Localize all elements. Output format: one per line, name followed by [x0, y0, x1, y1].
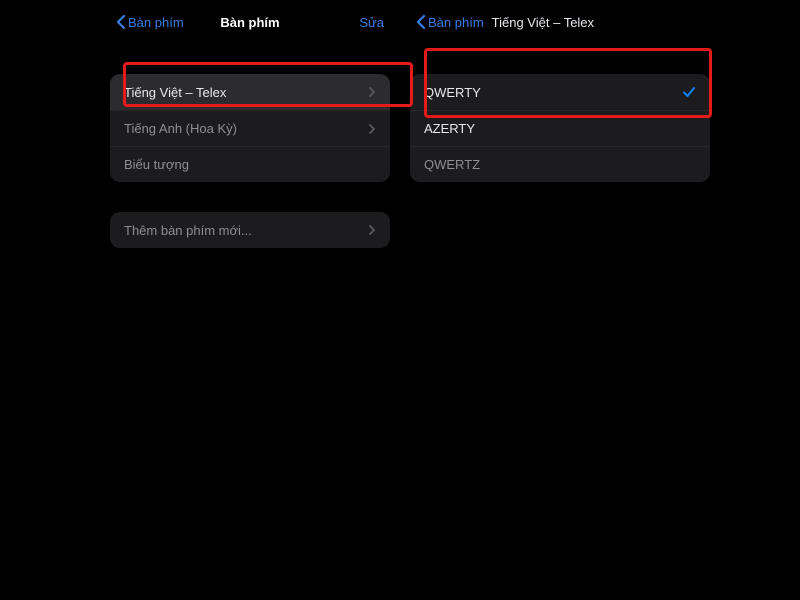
keyboard-item-emoji[interactable]: Biểu tượng [110, 146, 390, 182]
add-keyboard-group: Thêm bàn phím mới... [110, 212, 390, 248]
add-keyboard-button[interactable]: Thêm bàn phím mới... [110, 212, 390, 248]
layout-option-azerty[interactable]: AZERTY [410, 110, 710, 146]
keyboard-item-label: Tiếng Việt – Telex [124, 85, 226, 100]
layout-option-label: QWERTZ [424, 157, 480, 172]
keyboards-list-panel: Bàn phím Bàn phím Sửa Tiếng Việt – Telex… [0, 0, 400, 600]
chevron-right-icon [368, 224, 376, 236]
keyboard-item-english[interactable]: Tiếng Anh (Hoa Kỳ) [110, 110, 390, 146]
nav-header-right: Bàn phím Tiếng Việt – Telex [410, 0, 710, 44]
layout-options-panel: Bàn phím Tiếng Việt – Telex QWERTY AZERT… [400, 0, 800, 600]
keyboard-item-label: Tiếng Anh (Hoa Kỳ) [124, 121, 237, 136]
nav-title-left: Bàn phím [220, 15, 279, 30]
chevron-left-icon [116, 14, 126, 30]
keyboards-list: Tiếng Việt – Telex Tiếng Anh (Hoa Kỳ) Bi… [110, 74, 390, 182]
checkmark-icon [682, 85, 696, 99]
chevron-right-icon [368, 86, 376, 98]
back-label-left: Bàn phím [128, 15, 184, 30]
keyboard-item-label: Biểu tượng [124, 157, 189, 172]
nav-title-right: Tiếng Việt – Telex [492, 15, 594, 30]
layout-option-label: QWERTY [424, 85, 481, 100]
layout-option-label: AZERTY [424, 121, 475, 136]
back-label-right: Bàn phím [428, 15, 484, 30]
chevron-left-icon [416, 14, 426, 30]
layout-option-qwerty[interactable]: QWERTY [410, 74, 710, 110]
keyboard-item-telex[interactable]: Tiếng Việt – Telex [110, 74, 390, 110]
layout-options-list: QWERTY AZERTY QWERTZ [410, 74, 710, 182]
edit-button[interactable]: Sửa [359, 15, 384, 30]
nav-header-left: Bàn phím Bàn phím Sửa [110, 0, 390, 44]
back-button-right[interactable]: Bàn phím [416, 14, 484, 30]
chevron-right-icon [368, 123, 376, 135]
layout-option-qwertz[interactable]: QWERTZ [410, 146, 710, 182]
back-button-left[interactable]: Bàn phím [116, 14, 184, 30]
add-keyboard-label: Thêm bàn phím mới... [124, 223, 252, 238]
